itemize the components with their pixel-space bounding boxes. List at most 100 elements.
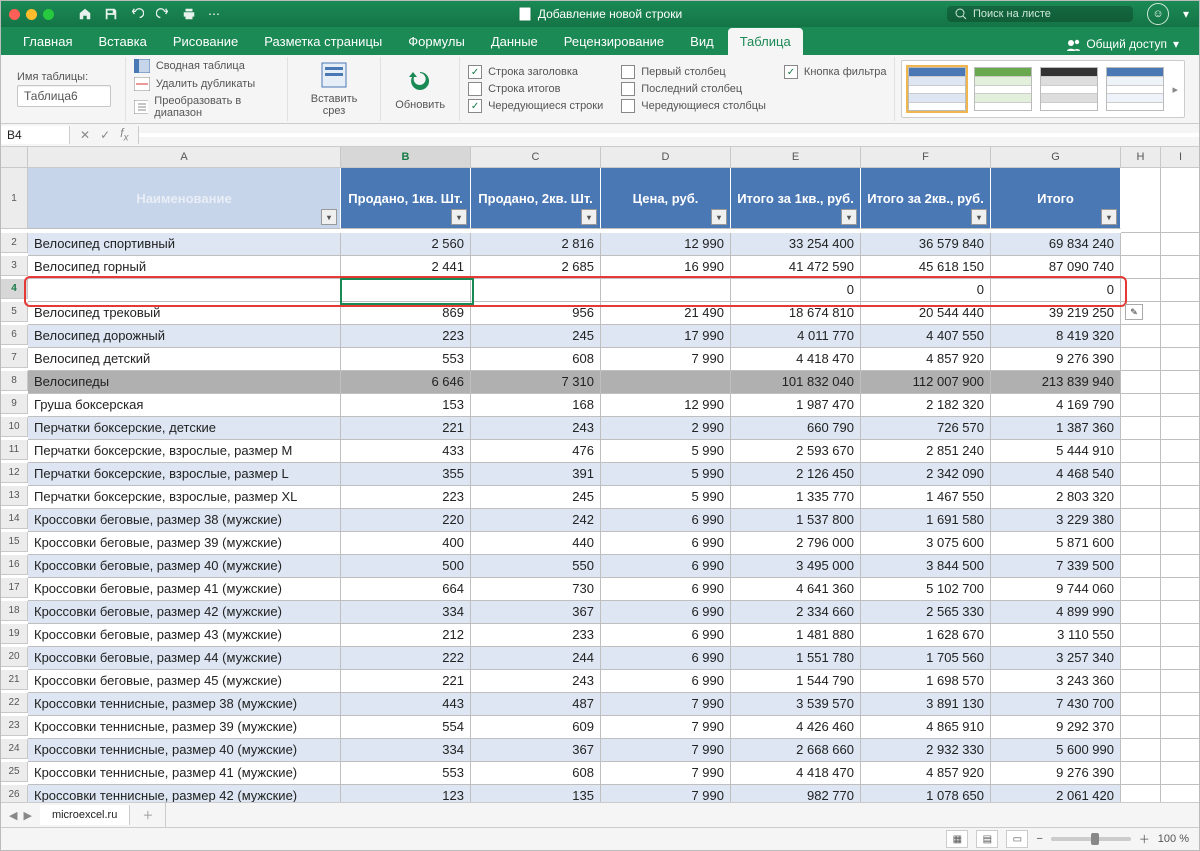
cell[interactable]: 7 339 500 — [991, 555, 1121, 578]
row-header[interactable]: 4 — [1, 279, 28, 299]
ribbon-tab[interactable]: Рецензирование — [552, 28, 676, 55]
cell[interactable]: Груша боксерская — [28, 394, 341, 417]
insert-slicer-button[interactable]: Вставить срез — [296, 61, 372, 117]
row-header[interactable]: 16 — [1, 555, 28, 575]
cell[interactable]: Велосипед трековый — [28, 302, 341, 325]
column-header[interactable]: C — [471, 147, 601, 168]
close-dot[interactable] — [9, 9, 20, 20]
table-header-cell[interactable]: Наименование▾ — [28, 168, 341, 229]
cell[interactable] — [1161, 256, 1199, 279]
cell[interactable]: 5 871 600 — [991, 532, 1121, 555]
cell[interactable]: 2 061 420 — [991, 785, 1121, 802]
row-header[interactable]: 5 — [1, 302, 28, 322]
cell[interactable] — [1161, 739, 1199, 762]
ribbon-tab[interactable]: Данные — [479, 28, 550, 55]
cell[interactable]: 4 857 920 — [861, 762, 991, 785]
cell[interactable]: 5 102 700 — [861, 578, 991, 601]
cell[interactable]: 245 — [471, 486, 601, 509]
cell[interactable]: 18 674 810 — [731, 302, 861, 325]
cell[interactable] — [1161, 693, 1199, 716]
row-header[interactable]: 6 — [1, 325, 28, 345]
zoom-slider[interactable] — [1051, 837, 1131, 841]
cell[interactable] — [1161, 371, 1199, 394]
cell[interactable]: Велосипед дорожный — [28, 325, 341, 348]
zoom-dot[interactable] — [43, 9, 54, 20]
cell[interactable]: 7 990 — [601, 693, 731, 716]
ribbon-tab[interactable]: Главная — [11, 28, 84, 55]
cell[interactable]: 2 932 330 — [861, 739, 991, 762]
cell[interactable]: 12 990 — [601, 233, 731, 256]
cancel-icon[interactable]: ✕ — [80, 128, 90, 142]
cell[interactable]: 6 990 — [601, 555, 731, 578]
cell[interactable]: Кроссовки теннисные, размер 40 (мужские) — [28, 739, 341, 762]
cell[interactable]: 2 342 090 — [861, 463, 991, 486]
cell[interactable]: 2 334 660 — [731, 601, 861, 624]
cell[interactable]: 1 544 790 — [731, 670, 861, 693]
row-header[interactable]: 23 — [1, 716, 28, 736]
cell[interactable]: 153 — [341, 394, 471, 417]
cell[interactable]: Велосипед спортивный — [28, 233, 341, 256]
cell[interactable] — [1121, 739, 1161, 762]
cell[interactable]: Кроссовки теннисные, размер 38 (мужские) — [28, 693, 341, 716]
cell[interactable]: 3 110 550 — [991, 624, 1121, 647]
cell[interactable]: 223 — [341, 486, 471, 509]
row-header[interactable]: 25 — [1, 762, 28, 782]
cell[interactable]: 12 990 — [601, 394, 731, 417]
add-sheet-button[interactable]: ＋ — [130, 803, 166, 827]
cell[interactable]: 433 — [341, 440, 471, 463]
cell[interactable]: 6 990 — [601, 624, 731, 647]
row-header[interactable]: 17 — [1, 578, 28, 598]
cell[interactable]: 4 857 920 — [861, 348, 991, 371]
cell[interactable]: 609 — [471, 716, 601, 739]
refresh-button[interactable]: Обновить — [389, 67, 451, 111]
cell[interactable] — [1121, 486, 1161, 509]
pivot-table-button[interactable]: Сводная таблица — [134, 58, 279, 74]
cell[interactable] — [1121, 601, 1161, 624]
sheet-tab[interactable]: microexcel.ru — [40, 805, 130, 825]
row-header[interactable]: 12 — [1, 463, 28, 483]
cell[interactable]: 4 899 990 — [991, 601, 1121, 624]
row-header[interactable]: 19 — [1, 624, 28, 644]
cell[interactable]: 367 — [471, 739, 601, 762]
cell[interactable]: 223 — [341, 325, 471, 348]
cell[interactable] — [1121, 348, 1161, 371]
cell[interactable]: Кроссовки беговые, размер 39 (мужские) — [28, 532, 341, 555]
cell[interactable] — [1161, 279, 1199, 302]
cell[interactable]: Перчатки боксерские, взрослые, размер L — [28, 463, 341, 486]
cell[interactable]: 1 551 780 — [731, 647, 861, 670]
cell[interactable]: Кроссовки беговые, размер 43 (мужские) — [28, 624, 341, 647]
header-row-checkbox[interactable]: ✓Строка заголовка — [468, 65, 603, 79]
cell[interactable] — [1121, 463, 1161, 486]
cell[interactable]: 6 990 — [601, 647, 731, 670]
cell[interactable]: 391 — [471, 463, 601, 486]
cell[interactable]: 0 — [991, 279, 1121, 302]
cell[interactable] — [1161, 785, 1199, 802]
sheet-nav-prev-icon[interactable]: ◀ — [9, 809, 17, 822]
page-break-view-icon[interactable]: ▭ — [1006, 830, 1028, 848]
cell[interactable]: 1 705 560 — [861, 647, 991, 670]
formula-input[interactable] — [139, 133, 1199, 137]
cell[interactable] — [1121, 279, 1161, 302]
row-header[interactable]: 9 — [1, 394, 28, 414]
cell[interactable] — [1161, 463, 1199, 486]
gallery-more-icon[interactable]: ▸ — [1172, 83, 1178, 96]
cell[interactable] — [1121, 417, 1161, 440]
cell[interactable]: 221 — [341, 670, 471, 693]
cell[interactable] — [1161, 532, 1199, 555]
cell[interactable]: 1 078 650 — [861, 785, 991, 802]
row-header[interactable]: 14 — [1, 509, 28, 529]
cell[interactable]: Перчатки боксерские, взрослые, размер M — [28, 440, 341, 463]
column-header[interactable]: E — [731, 147, 861, 168]
cell[interactable]: 355 — [341, 463, 471, 486]
cell[interactable]: 553 — [341, 762, 471, 785]
cell[interactable]: 4 865 910 — [861, 716, 991, 739]
cell[interactable]: 135 — [471, 785, 601, 802]
column-header[interactable]: A — [28, 147, 341, 168]
cell[interactable]: 7 990 — [601, 785, 731, 802]
cell[interactable] — [1161, 670, 1199, 693]
cell[interactable]: 4 468 540 — [991, 463, 1121, 486]
table-header-cell[interactable]: Итого за 1кв., руб.▾ — [731, 168, 861, 229]
cell[interactable] — [1121, 670, 1161, 693]
filter-button-checkbox[interactable]: ✓Кнопка фильтра — [784, 65, 887, 79]
minimize-dot[interactable] — [26, 9, 37, 20]
